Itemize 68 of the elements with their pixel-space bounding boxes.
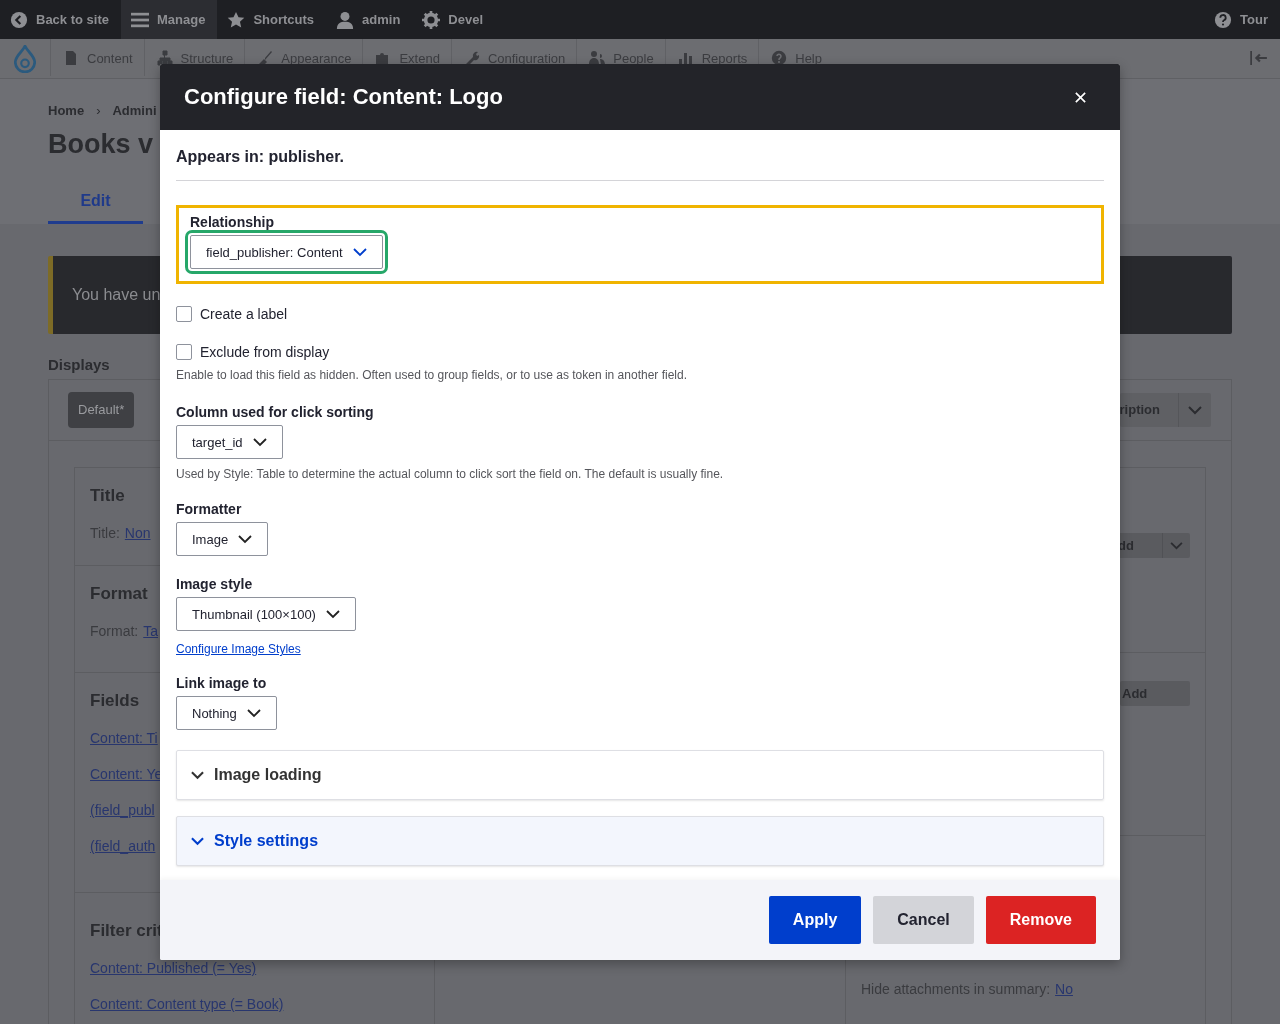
field-label: Link image to (176, 675, 268, 691)
chevron-down-icon (191, 836, 204, 846)
help-icon (1214, 10, 1233, 29)
sidebar-collapse-icon[interactable] (1250, 51, 1268, 65)
field-description: Enable to load this field as hidden. Often used to group fields, or to use as token in another field. (176, 368, 688, 382)
toolbar-item[interactable]: admin (326, 0, 413, 39)
configure-link[interactable]: Configure Image Styles (176, 642, 301, 656)
setting-link[interactable]: No (1055, 980, 1073, 998)
field-label: Column used for click sorting (176, 404, 375, 420)
section-heading: Format (90, 584, 148, 604)
chevron-down-icon (252, 437, 267, 447)
section-heading: Title (90, 486, 125, 506)
setting-link[interactable]: Content: Content type (= Book) (90, 995, 284, 1013)
select-field[interactable]: Thumbnail (100×100) (176, 597, 356, 631)
dialog-subtitle: Appears in: publisher. (176, 148, 346, 166)
setting-link[interactable]: Content: Ti (90, 729, 158, 747)
field-label: Image style (176, 576, 254, 592)
toolbar-item[interactable]: Manage (121, 0, 218, 39)
menu-icon (131, 10, 149, 29)
chevron-down-icon (246, 708, 261, 718)
setting-link[interactable]: Ta (143, 622, 159, 640)
checkbox-label[interactable]: Create a label (200, 306, 288, 322)
select-field[interactable]: target_id (176, 425, 283, 459)
chevron-down-icon (325, 609, 340, 619)
breadcrumb-link[interactable]: Admini (112, 103, 157, 118)
collapsible-section[interactable]: Style settings (176, 816, 1104, 866)
dialog-button[interactable]: Apply (768, 896, 862, 944)
setting-link[interactable]: (field_publ (90, 801, 155, 819)
checkbox[interactable] (176, 344, 192, 360)
breadcrumb-separator: › (96, 103, 101, 118)
chevron-down-icon (352, 247, 367, 257)
close-icon[interactable] (1074, 90, 1087, 104)
select-field[interactable]: Image (176, 522, 269, 556)
dialog-title: Configure field: Content: Logo (184, 84, 503, 110)
tour-button[interactable]: Tour (1204, 0, 1280, 39)
user-icon (336, 10, 355, 29)
section-heading: Fields (90, 691, 140, 711)
help-icon (771, 50, 788, 66)
toolbar-item[interactable]: Devel (412, 0, 496, 39)
section-heading: Displays (48, 356, 110, 373)
setting-link[interactable]: (field_auth (90, 837, 156, 855)
field-description: Used by Style: Table to determine the actual column to click sort the field on. The default is usually fine. (176, 467, 725, 481)
chevron-down-icon (238, 534, 253, 544)
checkbox-label[interactable]: Exclude from display (200, 344, 330, 360)
star-icon (227, 10, 246, 29)
field-label: Relationship (190, 214, 275, 230)
tab[interactable]: Edit (48, 184, 143, 224)
caret-icon (1188, 405, 1202, 415)
setting-link[interactable]: Non (124, 524, 151, 542)
field-label: Formatter (176, 501, 243, 517)
chevron-down-icon (191, 770, 204, 780)
caret-icon (1170, 541, 1183, 550)
collapsible-section[interactable]: Image loading (176, 750, 1104, 800)
breadcrumb-link[interactable]: Home (48, 103, 85, 118)
select-field[interactable]: Nothing (176, 696, 277, 730)
display-tab-button[interactable]: Default* (68, 392, 135, 428)
message-text: You have un (72, 286, 161, 304)
toolbar-item[interactable]: Back to site (0, 0, 121, 39)
setting-link[interactable]: Content: Published (= Yes) (90, 959, 257, 977)
dialog-button[interactable]: Remove (985, 896, 1096, 944)
people-icon (589, 50, 606, 66)
dialog-button[interactable]: Cancel (873, 896, 974, 944)
page-title: Books v (48, 128, 154, 161)
doc-icon (63, 50, 79, 66)
structure-icon (156, 50, 173, 66)
toolbar-item[interactable]: Shortcuts (217, 0, 327, 39)
checkbox[interactable] (176, 306, 192, 322)
gear-icon (422, 10, 441, 29)
